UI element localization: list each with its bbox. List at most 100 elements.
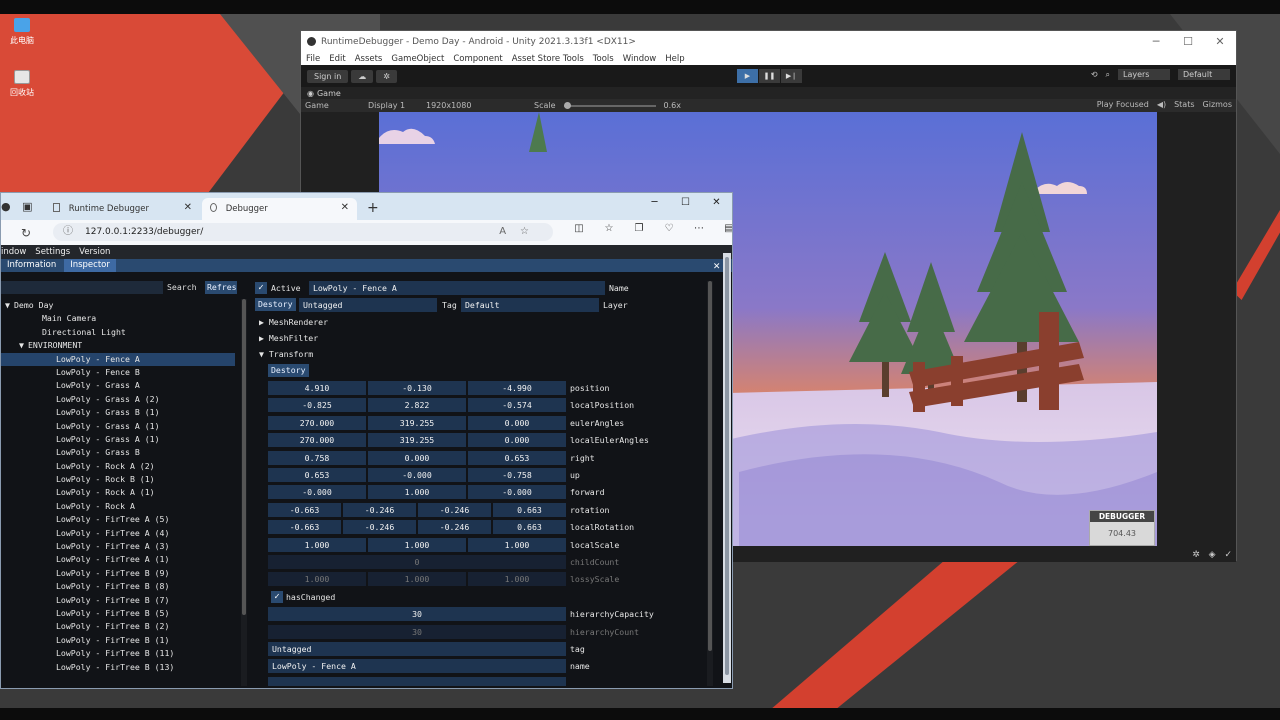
hierarchy-item[interactable]: LowPoly - Grass A (1): [1, 433, 241, 446]
collections-icon[interactable]: ❐: [624, 223, 654, 234]
vector-component-field[interactable]: 2.822: [368, 398, 466, 413]
component-meshfilter[interactable]: ▶ MeshFilter: [259, 332, 318, 345]
active-checkbox[interactable]: ✓: [255, 282, 267, 294]
play-icon[interactable]: ▶: [737, 69, 758, 83]
sidebar-icon[interactable]: ▤: [714, 223, 732, 234]
vector-component-field[interactable]: 0.000: [368, 450, 466, 465]
hierarchy-item[interactable]: LowPoly - Fence B: [1, 366, 241, 379]
vector-component-field[interactable]: 319.255: [368, 415, 466, 430]
game-tab[interactable]: ◉ Game: [301, 87, 1236, 99]
maximize-icon[interactable]: ☐: [670, 193, 701, 213]
hierarchy-item[interactable]: LowPoly - FirTree B (5): [1, 607, 241, 620]
layers-icon[interactable]: ◈: [1209, 550, 1216, 560]
maximize-icon[interactable]: ☐: [1172, 31, 1204, 52]
collab-icon[interactable]: ✲: [376, 69, 397, 83]
vector-component-field[interactable]: -4.990: [468, 381, 566, 395]
gizmos-dropdown[interactable]: Gizmos: [1203, 100, 1232, 109]
vector-component-field[interactable]: -0.663: [268, 520, 341, 535]
vector-component-field[interactable]: 0.663: [493, 502, 566, 517]
vector-component-field[interactable]: -0.246: [343, 502, 416, 517]
hierarchy-item[interactable]: Directional Light: [1, 326, 241, 339]
menu-help[interactable]: Help: [665, 54, 684, 64]
history-icon[interactable]: ⟲: [1091, 70, 1098, 79]
vector-component-field[interactable]: 270.000: [268, 415, 366, 430]
hierarchy-capacity-field[interactable]: 30: [268, 607, 566, 621]
hierarchy-scrollbar[interactable]: [241, 299, 247, 686]
layers-dropdown[interactable]: Layers: [1118, 69, 1170, 80]
expand-arrow-icon[interactable]: ▼: [5, 299, 14, 312]
desktop-icon-recycle-bin[interactable]: 回收站: [2, 70, 42, 98]
vector-component-field[interactable]: -0.825: [268, 398, 366, 413]
hierarchy-item[interactable]: LowPoly - FirTree B (7): [1, 594, 241, 607]
hierarchy-item[interactable]: LowPoly - Grass A (2): [1, 393, 241, 406]
vector-component-field[interactable]: 4.910: [268, 381, 366, 395]
vector-component-field[interactable]: 1.000: [268, 537, 366, 552]
vector-component-field[interactable]: -0.758: [468, 468, 566, 482]
extensions-icon[interactable]: ♡: [654, 223, 684, 234]
vector-component-field[interactable]: 0.758: [268, 450, 366, 465]
vector-component-field[interactable]: -0.246: [343, 520, 416, 535]
more-icon[interactable]: ⋯: [684, 223, 714, 234]
menu-file[interactable]: File: [306, 54, 320, 64]
scrollbar-thumb[interactable]: [708, 281, 712, 651]
vector-component-field[interactable]: -0.000: [268, 485, 366, 500]
favorites-icon[interactable]: ☆: [594, 223, 624, 234]
menu-version[interactable]: Version: [79, 247, 110, 257]
menu-tools[interactable]: Tools: [593, 54, 614, 64]
menu-component[interactable]: Component: [453, 54, 502, 64]
vector-component-field[interactable]: -0.246: [418, 520, 491, 535]
info-icon[interactable]: ⓘ: [63, 223, 73, 241]
tag-field[interactable]: Untagged: [299, 298, 437, 312]
refresh-button[interactable]: Refresh: [205, 281, 237, 294]
menu-gameobject[interactable]: GameObject: [391, 54, 444, 64]
refresh-icon[interactable]: ↻: [1, 226, 31, 240]
name-field[interactable]: LowPoly - Fence A: [309, 281, 605, 295]
hierarchy-item[interactable]: LowPoly - Rock A (1): [1, 486, 241, 499]
hierarchy-item[interactable]: LowPoly - Rock B (1): [1, 473, 241, 486]
menu-window[interactable]: indow: [1, 247, 26, 257]
close-icon[interactable]: ✕: [1204, 31, 1236, 52]
vector-component-field[interactable]: -0.000: [468, 485, 566, 500]
hierarchy-item[interactable]: LowPoly - Grass B (1): [1, 406, 241, 419]
close-icon[interactable]: ✕: [713, 259, 720, 272]
step-icon[interactable]: ▶❘: [781, 69, 802, 83]
minimize-icon[interactable]: ─: [639, 193, 670, 213]
inspector-scrollbar[interactable]: [707, 281, 713, 686]
hierarchy-item[interactable]: LowPoly - Fence A: [1, 352, 235, 366]
hierarchy-item[interactable]: Main Camera: [1, 312, 241, 325]
vector-component-field[interactable]: -0.000: [368, 468, 466, 482]
hierarchy-item[interactable]: LowPoly - FirTree B (1): [1, 634, 241, 647]
tab-runtime-debugger[interactable]: Runtime Debugger ✕: [45, 198, 200, 220]
favorite-star-icon[interactable]: A☆: [499, 223, 543, 241]
hierarchy-item[interactable]: LowPoly - FirTree A (5): [1, 513, 241, 526]
hierarchy-item[interactable]: LowPoly - FirTree B (13): [1, 661, 241, 674]
vector-component-field[interactable]: 270.000: [268, 433, 366, 448]
desktop-icon-this-pc[interactable]: 此电脑: [2, 18, 42, 46]
menu-assets[interactable]: Assets: [355, 54, 383, 64]
hierarchy-item[interactable]: LowPoly - Grass A: [1, 379, 241, 392]
menu-edit[interactable]: Edit: [329, 54, 345, 64]
search-icon[interactable]: ⌕: [1106, 70, 1110, 80]
transform-destroy-button[interactable]: Destory: [268, 364, 309, 377]
vector-component-field[interactable]: -0.663: [268, 502, 341, 517]
minimize-icon[interactable]: ─: [1140, 31, 1172, 52]
display-dropdown[interactable]: Display 1: [368, 101, 418, 110]
hierarchy-item[interactable]: ▼ ENVIRONMENT: [1, 339, 241, 352]
hierarchy-item[interactable]: LowPoly - FirTree B (2): [1, 620, 241, 633]
hierarchy-item[interactable]: LowPoly - FirTree B (11): [1, 647, 241, 660]
cloud-icon[interactable]: ☁: [351, 69, 374, 83]
bug-icon[interactable]: ✲: [1192, 550, 1200, 560]
vector-component-field[interactable]: 0.653: [468, 450, 566, 465]
scale-slider[interactable]: [563, 101, 656, 109]
hierarchy-item[interactable]: LowPoly - FirTree B (9): [1, 567, 241, 580]
menu-window[interactable]: Window: [623, 54, 657, 64]
stats-button[interactable]: Stats: [1174, 100, 1194, 109]
tab-information[interactable]: Information: [1, 259, 62, 272]
new-tab-icon[interactable]: +: [367, 200, 379, 216]
scrollbar-thumb[interactable]: [242, 299, 246, 615]
vector-component-field[interactable]: 319.255: [368, 433, 466, 448]
sign-in-button[interactable]: Sign in: [307, 69, 349, 83]
vector-component-field[interactable]: 1.000: [368, 537, 466, 552]
hierarchy-item[interactable]: LowPoly - Grass A (1): [1, 420, 241, 433]
menu-asset-store-tools[interactable]: Asset Store Tools: [512, 54, 584, 64]
